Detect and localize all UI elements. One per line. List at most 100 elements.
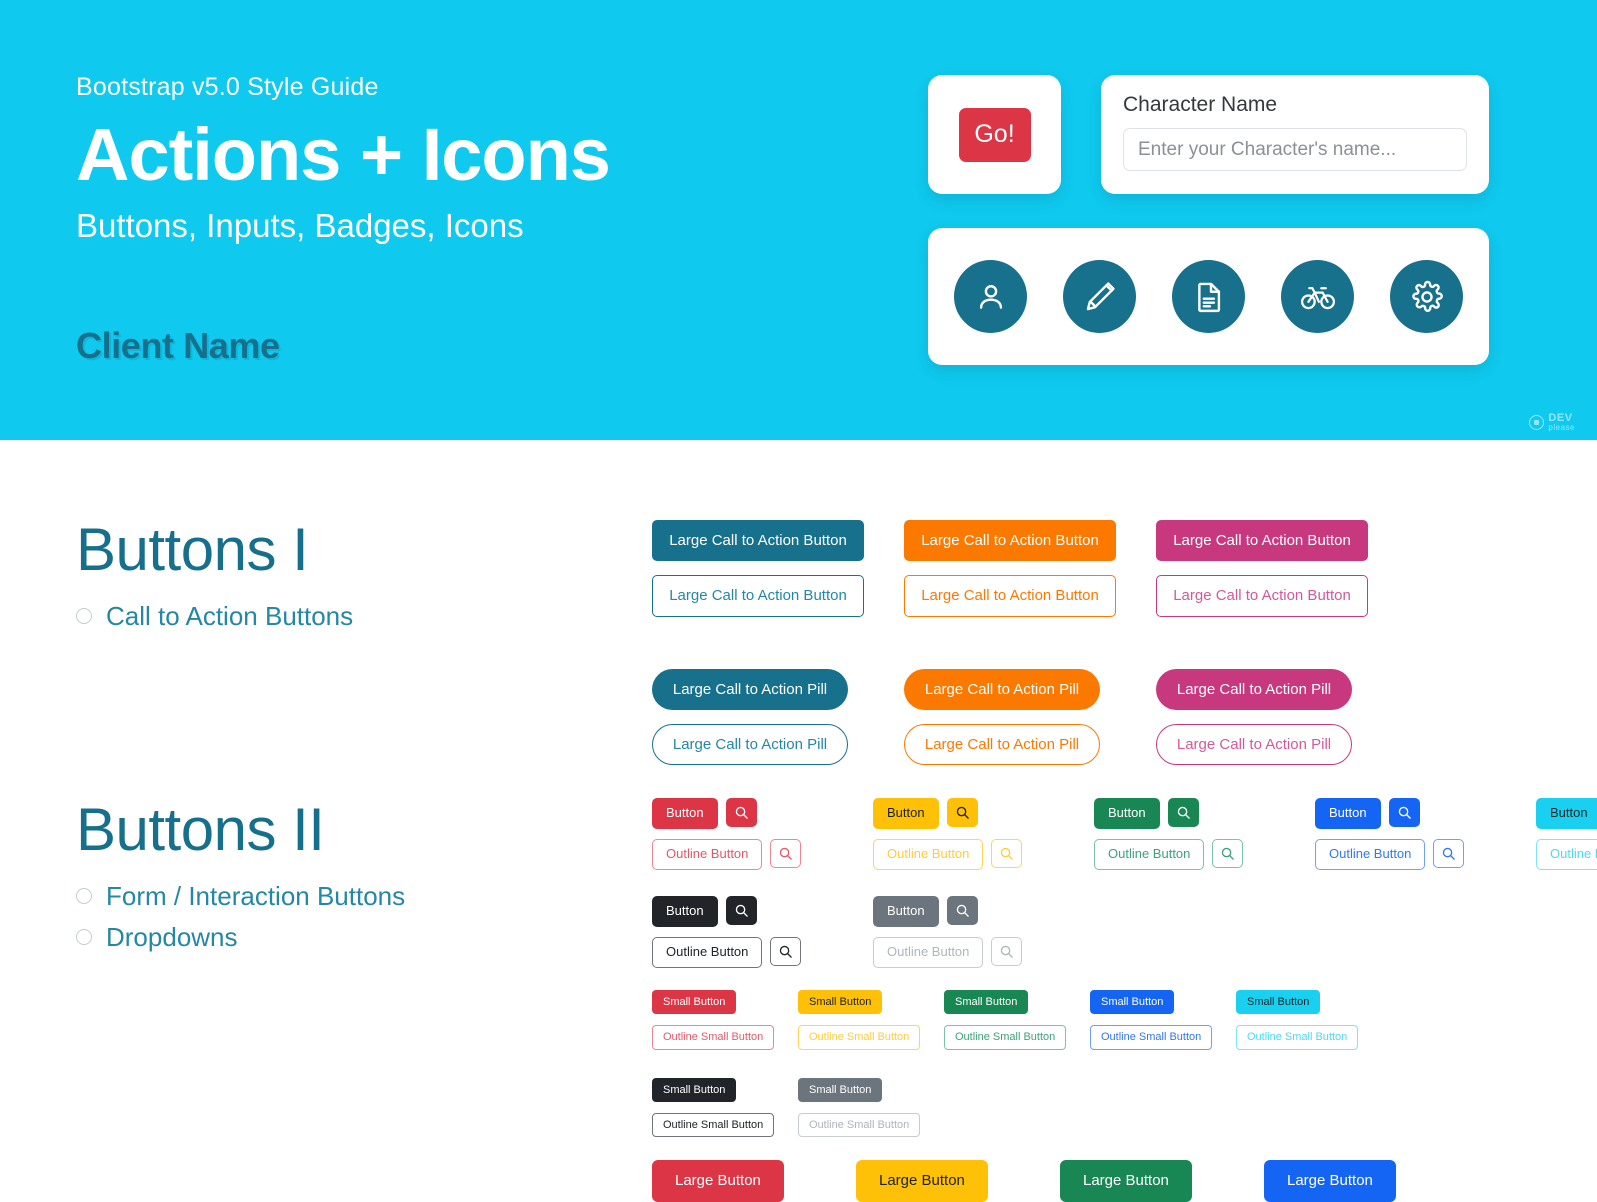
cta-cell-teal: Large Call to Action Button xyxy=(652,520,864,562)
large-col-warning: Large Button xyxy=(856,1160,1014,1202)
outline-button-dark[interactable]: Outline Button xyxy=(652,936,763,968)
outline-small-button-info[interactable]: Outline Small Button xyxy=(1236,1025,1359,1050)
cta-outline-magenta-button[interactable]: Large Call to Action Button xyxy=(1156,575,1368,617)
character-name-label: Character Name xyxy=(1123,93,1278,116)
button-success[interactable]: Button xyxy=(1094,798,1160,829)
search-icon-button-primary[interactable] xyxy=(1388,798,1420,827)
outline-small-button-success[interactable]: Outline Small Button xyxy=(944,1025,1067,1050)
cta-button-grid: Large Call to Action Button Large Call t… xyxy=(652,520,1368,765)
search-icon-outline-button-success[interactable] xyxy=(1212,838,1244,868)
go-button-card: Go! xyxy=(928,75,1061,194)
bullet-label: Call to Action Buttons xyxy=(106,601,354,631)
outline-small-button-primary[interactable]: Outline Small Button xyxy=(1090,1025,1213,1050)
logo-mark-icon xyxy=(1529,415,1545,430)
small-button-success[interactable]: Small Button xyxy=(944,990,1029,1015)
form-col-danger: Button Outline Button xyxy=(652,798,823,870)
form-button-row-1: Button Outline Button Button Outline But… xyxy=(652,798,1597,870)
bullet-label: Form / Interaction Buttons xyxy=(106,881,406,911)
search-icon-outline-button-warning[interactable] xyxy=(991,838,1023,868)
small-button-primary[interactable]: Small Button xyxy=(1090,990,1175,1015)
cta-pill-magenta-button[interactable]: Large Call to Action Pill xyxy=(1156,668,1352,710)
outline-button-primary[interactable]: Outline Button xyxy=(1315,838,1426,870)
button-secondary[interactable]: Button xyxy=(873,895,939,927)
logo-line-2: please xyxy=(1548,423,1575,432)
outline-button-warning[interactable]: Outline Button xyxy=(873,838,984,870)
cta-pill-outline-magenta-button[interactable]: Large Call to Action Pill xyxy=(1156,723,1352,765)
outline-small-button-dark[interactable]: Outline Small Button xyxy=(652,1112,775,1138)
cta-filled-magenta-button[interactable]: Large Call to Action Button xyxy=(1156,520,1368,562)
outline-small-button-secondary[interactable]: Outline Small Button xyxy=(798,1112,921,1138)
cta-pill-teal-button[interactable]: Large Call to Action Pill xyxy=(652,668,848,710)
go-button[interactable]: Go! xyxy=(958,107,1031,162)
search-icon-button-secondary[interactable] xyxy=(946,895,978,925)
small-button-dark[interactable]: Small Button xyxy=(652,1077,737,1102)
search-icon xyxy=(1177,806,1190,819)
cta-pill-outline-orange-button[interactable]: Large Call to Action Pill xyxy=(904,723,1100,765)
outline-button-secondary[interactable]: Outline Button xyxy=(873,936,984,968)
search-icon-button-success[interactable] xyxy=(1167,798,1199,827)
character-name-input[interactable] xyxy=(1123,128,1467,172)
outline-button-danger[interactable]: Outline Button xyxy=(652,838,763,870)
small-button-secondary[interactable]: Small Button xyxy=(798,1077,883,1102)
circle-bullet-icon xyxy=(76,888,92,905)
form-button-grid: Button Outline Button Button Outline But… xyxy=(652,798,1597,968)
large-button-warning[interactable]: Large Button xyxy=(856,1160,988,1202)
small-button-info[interactable]: Small Button xyxy=(1236,990,1321,1015)
circle-bullet-icon xyxy=(76,608,92,625)
cta-pill-orange-button[interactable]: Large Call to Action Pill xyxy=(904,668,1100,710)
cta-filled-orange-button[interactable]: Large Call to Action Button xyxy=(904,520,1116,562)
gear-icon-button[interactable] xyxy=(1390,260,1463,333)
form-button-row-2: Button Outline Button Button Outline But… xyxy=(652,895,1597,968)
large-button-danger[interactable]: Large Button xyxy=(652,1160,784,1202)
search-icon xyxy=(735,806,748,819)
outline-small-button-warning[interactable]: Outline Small Button xyxy=(798,1025,921,1050)
button-info[interactable]: Button xyxy=(1536,798,1597,829)
bicycle-icon-button[interactable] xyxy=(1281,260,1354,333)
button-dark[interactable]: Button xyxy=(652,895,718,927)
large-button-success[interactable]: Large Button xyxy=(1060,1160,1192,1202)
search-icon-button-danger[interactable] xyxy=(725,798,757,827)
cta-cell-magenta: Large Call to Action Button xyxy=(1156,520,1368,562)
section-buttons-1-heading: Buttons I Call to Action Buttons xyxy=(76,520,353,643)
button-warning[interactable]: Button xyxy=(873,798,939,829)
cta-row-filled-pill: Large Call to Action Pill Large Call to … xyxy=(652,668,1368,710)
cta-cell-magenta-outline: Large Call to Action Button xyxy=(1156,575,1368,617)
cta-pill-outline-teal-button[interactable]: Large Call to Action Pill xyxy=(652,723,848,765)
small-col-info: Small Button Outline Small Button xyxy=(1236,990,1382,1050)
large-col-danger: Large Button xyxy=(652,1160,810,1202)
outline-button-info[interactable]: Outline Button xyxy=(1536,838,1597,870)
document-icon-button[interactable] xyxy=(1172,260,1245,333)
cta-cell-teal-pill: Large Call to Action Pill xyxy=(652,668,848,710)
outline-small-button-danger[interactable]: Outline Small Button xyxy=(652,1025,775,1050)
button-danger[interactable]: Button xyxy=(652,798,718,829)
small-col-secondary: Small Button Outline Small Button xyxy=(798,1077,944,1138)
pencil-icon xyxy=(1083,280,1117,314)
bullet-label: Dropdowns xyxy=(106,921,238,952)
person-icon-button[interactable] xyxy=(954,260,1027,333)
search-icon-outline-button-danger[interactable] xyxy=(770,838,802,868)
large-button-primary[interactable]: Large Button xyxy=(1264,1160,1396,1202)
search-icon-button-dark[interactable] xyxy=(725,895,757,925)
outline-button-success[interactable]: Outline Button xyxy=(1094,838,1205,870)
cta-outline-teal-button[interactable]: Large Call to Action Button xyxy=(652,575,864,617)
large-col-primary: Large Button xyxy=(1264,1160,1422,1202)
cta-cell-teal-outline: Large Call to Action Button xyxy=(652,575,864,617)
search-icon-outline-button-secondary[interactable] xyxy=(991,936,1023,966)
bicycle-icon xyxy=(1300,279,1336,315)
search-icon-outline-button-primary[interactable] xyxy=(1433,838,1465,868)
hero-header: Bootstrap v5.0 Style Guide Actions + Ico… xyxy=(0,0,1597,440)
cta-filled-teal-button[interactable]: Large Call to Action Button xyxy=(652,520,864,562)
cta-outline-orange-button[interactable]: Large Call to Action Button xyxy=(904,575,1116,617)
small-button-warning[interactable]: Small Button xyxy=(798,990,883,1015)
pencil-icon-button[interactable] xyxy=(1063,260,1136,333)
page-title: Actions + Icons xyxy=(76,113,611,196)
search-icon-outline-button-dark[interactable] xyxy=(770,936,802,966)
button-primary[interactable]: Button xyxy=(1315,798,1381,829)
form-col-success: Button Outline Button xyxy=(1094,798,1265,870)
document-icon xyxy=(1192,280,1226,314)
small-button-danger[interactable]: Small Button xyxy=(652,990,737,1015)
large-col-success: Large Button xyxy=(1060,1160,1218,1202)
search-icon-button-warning[interactable] xyxy=(946,798,978,827)
section-title: Buttons II xyxy=(76,796,325,863)
small-col-warning: Small Button Outline Small Button xyxy=(798,990,944,1050)
